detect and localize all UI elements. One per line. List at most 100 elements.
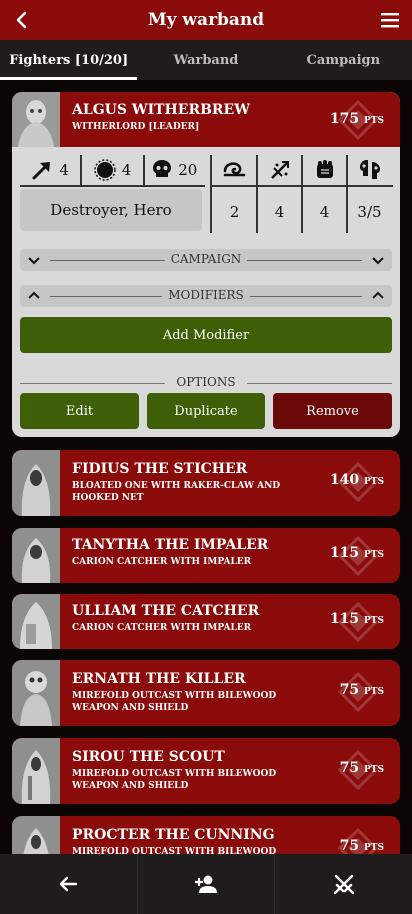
- points-unit: PTS: [364, 616, 384, 626]
- fighter-points: 75 PTS: [340, 838, 384, 854]
- fighter-points: 75 PTS: [340, 760, 384, 776]
- weapon-range-value: 2: [229, 203, 240, 221]
- fighter-points: 75 PTS: [340, 682, 384, 698]
- fighter-portrait: [12, 660, 60, 726]
- tab-fighters[interactable]: Fighters [10/20]: [0, 40, 138, 80]
- stat-wounds: 20: [145, 155, 205, 185]
- points-value: 175: [329, 111, 360, 127]
- fighter-portrait: [12, 816, 60, 854]
- points-value: 115: [329, 611, 360, 627]
- wounds-skull-icon: [153, 160, 172, 177]
- fighter-stats: 4 4 20: [20, 155, 205, 185]
- fighter-name: ALGUS WITHERBREW: [72, 102, 250, 118]
- tab-warband[interactable]: Warband: [137, 40, 274, 80]
- fighter-points: 115 PTS: [330, 545, 384, 561]
- move-arrow-icon: [32, 162, 51, 180]
- weapon-divider: [346, 155, 348, 233]
- fighter-name: SIROU THE SCOUT: [72, 749, 225, 765]
- fighter-portrait: [12, 738, 60, 804]
- section-rule: [247, 383, 392, 384]
- campaign-section-label: CAMPAIGN: [20, 252, 392, 266]
- fighter-card[interactable]: SIROU THE SCOUT MIREFOLD OUTCAST WITH BI…: [12, 738, 400, 804]
- points-unit: PTS: [364, 550, 384, 560]
- modifiers-label-text: MODIFIERS: [162, 288, 250, 302]
- points-unit: PTS: [364, 116, 384, 126]
- add-modifier-button[interactable]: Add Modifier: [20, 317, 392, 353]
- fighter-portrait: [12, 594, 60, 649]
- points-value: 75: [339, 760, 360, 776]
- fighter-type: MIREFOLD OUTCAST WITH BILEWOOD: [72, 847, 277, 854]
- stat-toughness-value: 4: [121, 161, 132, 179]
- fighter-card[interactable]: ERNATH THE KILLER MIREFOLD OUTCAST WITH …: [12, 660, 400, 726]
- fighter-miniature-image: [12, 528, 60, 583]
- range-icon: [223, 162, 245, 177]
- weapon-damage: 3/5: [347, 155, 392, 235]
- weapon-attacks: 4: [257, 155, 302, 235]
- fighter-card-expanded: ALGUS WITHERBREW WITHERLORD [LEADER] 175…: [12, 92, 400, 437]
- weapon-strength-value: 4: [319, 203, 330, 221]
- stat-toughness: 4: [82, 155, 145, 185]
- fighter-name: TANYTHA THE IMPALER: [72, 537, 269, 553]
- damage-skull-icon: [359, 160, 380, 179]
- strength-fist-icon: [316, 160, 333, 178]
- weapon-divider: [301, 155, 303, 233]
- fighter-name: ERNATH THE KILLER: [72, 671, 246, 687]
- hamburger-menu-icon[interactable]: [378, 8, 402, 32]
- weapon-attacks-value: 4: [274, 203, 285, 221]
- points-unit: PTS: [364, 687, 384, 697]
- back-arrow-icon: [60, 876, 78, 892]
- crossed-swords-icon: [333, 874, 354, 895]
- points-value: 140: [329, 472, 360, 488]
- weapon-header-divider: [212, 185, 393, 187]
- fighter-type: CARION CATCHER WITH IMPALER: [72, 623, 252, 633]
- points-unit: PTS: [364, 477, 384, 487]
- fighter-card[interactable]: ULLIAM THE CATCHER CARION CATCHER WITH I…: [12, 594, 400, 649]
- points-value: 75: [339, 838, 360, 854]
- fighter-name: PROCTER THE CUNNING: [72, 827, 275, 843]
- stat-move: 4: [20, 155, 83, 185]
- fighter-card[interactable]: TANYTHA THE IMPALER CARION CATCHER WITH …: [12, 528, 400, 583]
- options-label: OPTIONS: [176, 375, 236, 389]
- fighter-miniature-image: [12, 660, 60, 726]
- fighter-miniature-image: [12, 92, 60, 147]
- remove-button[interactable]: Remove: [273, 393, 392, 429]
- top-app-bar: My warband: [0, 0, 412, 40]
- chevron-down-icon: [372, 257, 384, 265]
- weapon-range: 2: [212, 155, 257, 235]
- fighter-type: CARION CATCHER WITH IMPALER: [72, 557, 252, 567]
- fighter-card[interactable]: PROCTER THE CUNNING MIREFOLD OUTCAST WIT…: [12, 816, 400, 854]
- fighter-list: ALGUS WITHERBREW WITHERLORD [LEADER] 175…: [0, 80, 412, 854]
- weapon-profile: 2 4 4 3/5: [210, 155, 393, 235]
- campaign-section-toggle[interactable]: CAMPAIGN: [20, 249, 392, 271]
- modifiers-section-label: MODIFIERS: [20, 288, 392, 302]
- fighter-portrait: [12, 450, 60, 516]
- fighter-miniature-image: [12, 594, 60, 649]
- fighter-card[interactable]: FIDIUS THE STICHER BLOATED ONE WITH RAKE…: [12, 450, 400, 516]
- fighter-type: MIREFOLD OUTCAST WITH BILEWOOD WEAPON AN…: [72, 769, 277, 791]
- chevron-up-icon: [372, 291, 384, 299]
- modifiers-section-toggle[interactable]: MODIFIERS: [20, 285, 392, 307]
- edit-button[interactable]: Edit: [20, 393, 139, 429]
- nav-back-button[interactable]: [0, 854, 138, 914]
- tab-bar: Fighters [10/20] Warband Campaign: [0, 40, 412, 80]
- fighter-points: 140 PTS: [330, 472, 384, 488]
- stats-divider: [20, 185, 205, 187]
- points-unit: PTS: [364, 843, 384, 853]
- tab-campaign[interactable]: Campaign: [275, 40, 412, 80]
- fighter-header[interactable]: ALGUS WITHERBREW WITHERLORD [LEADER] 175…: [12, 92, 400, 147]
- fighter-miniature-image: [12, 450, 60, 516]
- add-person-icon: [195, 875, 217, 893]
- back-chevron-icon[interactable]: [10, 8, 34, 32]
- attacks-swords-icon: [270, 161, 289, 179]
- fighter-miniature-image: [12, 816, 60, 854]
- weapon-divider: [210, 155, 212, 233]
- fighter-type: BLOATED ONE WITH RAKER-CLAW AND HOOKED N…: [72, 481, 281, 503]
- battle-button[interactable]: [275, 854, 412, 914]
- add-fighter-button[interactable]: [138, 854, 276, 914]
- points-value: 115: [329, 545, 360, 561]
- weapon-strength: 4: [302, 155, 347, 235]
- points-unit: PTS: [364, 765, 384, 775]
- duplicate-button[interactable]: Duplicate: [147, 393, 265, 429]
- weapon-damage-value: 3/5: [357, 203, 382, 221]
- options-section: OPTIONS: [20, 375, 392, 391]
